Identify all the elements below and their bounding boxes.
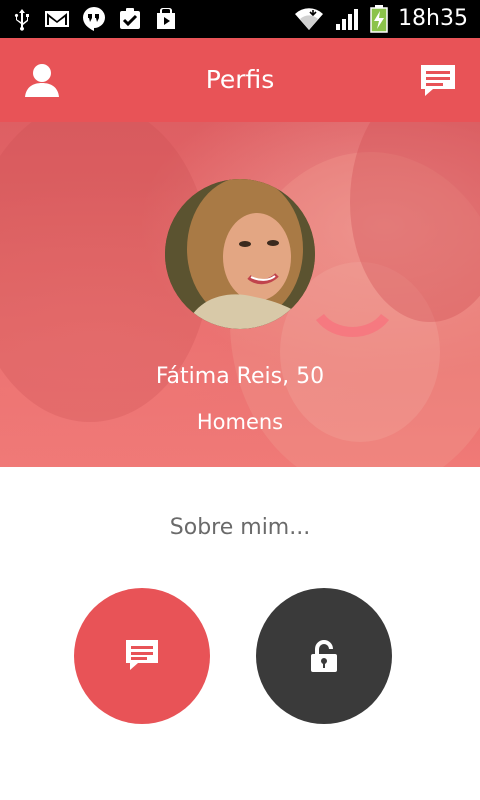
app-screen: 18h35 Perfis Fátima Reis, 50 Homens Sobr… bbox=[0, 0, 480, 800]
usb-icon bbox=[12, 7, 32, 31]
status-time: 18h35 bbox=[398, 6, 468, 31]
about-me-label: Sobre mim... bbox=[169, 515, 311, 540]
profile-interest: Homens bbox=[196, 410, 284, 434]
lock-icon bbox=[311, 640, 337, 672]
chat-button[interactable] bbox=[418, 60, 458, 100]
tasks-check-icon bbox=[118, 7, 142, 31]
play-store-icon bbox=[154, 7, 178, 31]
app-bar: Perfis bbox=[0, 38, 480, 122]
page-title: Perfis bbox=[205, 65, 275, 94]
message-icon bbox=[126, 640, 158, 670]
chat-icon bbox=[421, 65, 455, 96]
signal-icon bbox=[334, 7, 360, 31]
status-bar: 18h35 bbox=[0, 0, 480, 38]
status-left-icons bbox=[12, 0, 178, 38]
unlock-button[interactable] bbox=[256, 588, 392, 724]
send-message-button[interactable] bbox=[74, 588, 210, 724]
wifi-icon bbox=[294, 6, 324, 32]
profile-name-age: Fátima Reis, 50 bbox=[155, 364, 325, 389]
profile-header: Fátima Reis, 50 Homens bbox=[0, 122, 480, 467]
avatar bbox=[165, 179, 315, 329]
hangouts-icon bbox=[82, 6, 106, 32]
status-right-icons: 18h35 bbox=[294, 0, 468, 38]
battery-charging-icon bbox=[370, 5, 388, 33]
gmail-icon bbox=[44, 9, 70, 29]
